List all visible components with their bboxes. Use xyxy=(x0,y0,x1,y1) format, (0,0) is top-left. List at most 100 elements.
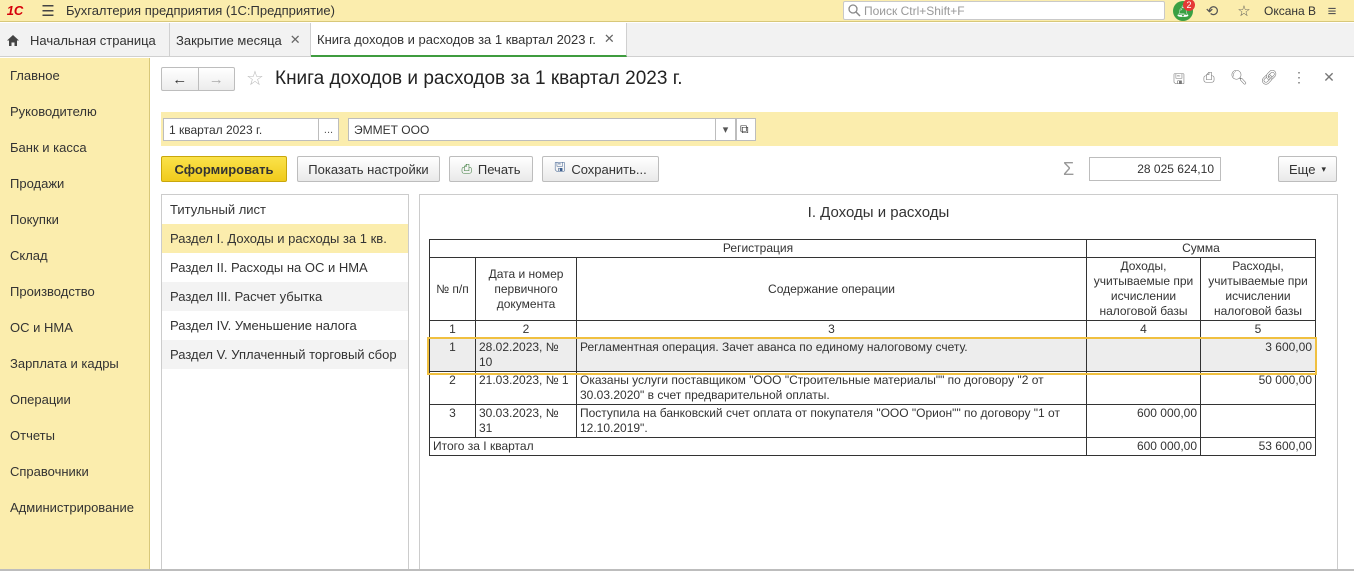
table-row[interactable]: 1 28.02.2023, № 10 Регламентная операция… xyxy=(429,338,1316,372)
close-icon[interactable]: ✕ xyxy=(1314,69,1344,93)
col-number: 2 xyxy=(475,320,577,339)
sidebar-item-sales[interactable]: Продажи xyxy=(0,166,149,202)
income-expense-table: Регистрация Сумма № п/п Дата и номер пер… xyxy=(429,239,1316,456)
period-select-button[interactable]: ... xyxy=(318,119,338,140)
more-vertical-icon[interactable]: ⋮ xyxy=(1284,69,1314,93)
sidebar-item-fixed-assets[interactable]: ОС и НМА xyxy=(0,310,149,346)
sidebar-item-bank[interactable]: Банк и касса xyxy=(0,130,149,166)
save-label: Сохранить... xyxy=(571,161,647,177)
history-icon[interactable]: ⟲ xyxy=(1196,0,1228,22)
total-income[interactable]: 600 000,00 xyxy=(1086,437,1201,456)
printer-icon[interactable]: ⎙ xyxy=(1194,69,1224,93)
tab-home[interactable]: Начальная страница xyxy=(0,23,170,57)
main-menu-icon[interactable]: ☰ xyxy=(30,2,66,20)
cell-expense[interactable]: 50 000,00 xyxy=(1200,371,1316,405)
generate-button[interactable]: Сформировать xyxy=(161,156,287,182)
list-item[interactable]: Раздел III. Расчет убытка xyxy=(162,282,408,311)
cell-expense[interactable] xyxy=(1200,404,1316,438)
list-item[interactable]: Раздел V. Уплаченный торговый сбор xyxy=(162,340,408,369)
col-number: 4 xyxy=(1086,320,1201,339)
cell-expense[interactable]: 3 600,00 xyxy=(1200,338,1316,372)
sidebar-item-operations[interactable]: Операции xyxy=(0,382,149,418)
show-settings-button[interactable]: Показать настройки xyxy=(297,156,440,182)
list-item[interactable]: Раздел II. Расходы на ОС и НМА xyxy=(162,253,408,282)
search-icon xyxy=(848,4,861,17)
header-registration: Регистрация xyxy=(429,239,1087,258)
sidebar-item-salary[interactable]: Зарплата и кадры xyxy=(0,346,149,382)
cell-content[interactable]: Оказаны услуги поставщиком "ООО "Строите… xyxy=(576,371,1087,405)
total-label[interactable]: Итого за I квартал xyxy=(429,437,1087,456)
header-income: Доходы, учитываемые при исчислении налог… xyxy=(1086,257,1201,321)
list-item[interactable]: Раздел IV. Уменьшение налога xyxy=(162,311,408,340)
organization-field[interactable]: ЭММЕТ ООО ▾ xyxy=(348,118,736,141)
col-number: 5 xyxy=(1200,320,1316,339)
notifications-button[interactable]: 🔔︎ 2 xyxy=(1170,0,1196,22)
print-label: Печать xyxy=(477,161,521,177)
tab-label: Книга доходов и расходов за 1 квартал 20… xyxy=(317,31,596,47)
sidebar-item-production[interactable]: Производство xyxy=(0,274,149,310)
sidebar-item-manager[interactable]: Руководителю xyxy=(0,94,149,130)
back-icon[interactable]: ← xyxy=(162,68,198,90)
notifications-badge: 2 xyxy=(1183,0,1195,11)
favorites-icon[interactable]: ☆ xyxy=(1228,0,1260,22)
open-organization-button[interactable]: ⧉ xyxy=(736,118,756,141)
menu-more-icon[interactable]: ≡ xyxy=(1316,0,1348,22)
period-field[interactable]: 1 квартал 2023 г. ... xyxy=(163,118,339,141)
list-item[interactable]: Раздел I. Доходы и расходы за 1 кв. xyxy=(162,224,408,253)
header-content: Содержание операции xyxy=(576,257,1087,321)
cell-num[interactable]: 2 xyxy=(429,371,476,405)
list-item[interactable]: Титульный лист xyxy=(162,195,408,224)
save-disk-icon[interactable]: 🖫 xyxy=(1164,69,1194,93)
printer-icon: ⎙ xyxy=(461,161,472,176)
sidebar-item-main[interactable]: Главное xyxy=(0,58,149,94)
nav-buttons: ← → xyxy=(161,67,235,91)
total-expense[interactable]: 53 600,00 xyxy=(1200,437,1316,456)
table-row[interactable]: 3 30.03.2023, № 31 Поступила на банковск… xyxy=(429,404,1316,438)
table-total-row[interactable]: Итого за I квартал 600 000,00 53 600,00 xyxy=(429,437,1316,456)
cell-date[interactable]: 21.03.2023, № 1 xyxy=(475,371,577,405)
header-expense: Расходы, учитываемые при исчислении нало… xyxy=(1200,257,1316,321)
cell-date[interactable]: 28.02.2023, № 10 xyxy=(475,338,577,372)
cell-num[interactable]: 1 xyxy=(429,338,476,372)
organization-value: ЭММЕТ ООО xyxy=(354,122,430,137)
cell-income[interactable] xyxy=(1086,371,1201,405)
sidebar-item-warehouse[interactable]: Склад xyxy=(0,238,149,274)
global-search-input[interactable]: Поиск Ctrl+Shift+F xyxy=(843,1,1165,20)
cell-income[interactable] xyxy=(1086,338,1201,372)
print-button[interactable]: ⎙ Печать xyxy=(449,156,533,182)
link-icon[interactable]: 🔗︎ xyxy=(1254,69,1284,93)
page-title: Книга доходов и расходов за 1 квартал 20… xyxy=(275,68,683,89)
preview-icon[interactable]: 🔍︎ xyxy=(1224,69,1254,93)
report-sections-list: Титульный лист Раздел I. Доходы и расход… xyxy=(161,194,409,571)
sidebar-item-admin[interactable]: Администрирование xyxy=(0,490,149,526)
table-row[interactable]: 2 21.03.2023, № 1 Оказаны услуги поставщ… xyxy=(429,371,1316,405)
sidebar-item-catalogs[interactable]: Справочники xyxy=(0,454,149,490)
filter-bar: 1 квартал 2023 г. ... ЭММЕТ ООО ▾ ⧉ xyxy=(161,112,1338,146)
title-actions: 🖫 ⎙ 🔍︎ 🔗︎ ⋮ ✕ xyxy=(1164,69,1344,93)
home-icon xyxy=(7,34,19,46)
close-icon[interactable]: ✕ xyxy=(290,32,301,48)
close-icon[interactable]: ✕ xyxy=(604,31,615,47)
cell-date[interactable]: 30.03.2023, № 31 xyxy=(475,404,577,438)
sidebar-item-reports[interactable]: Отчеты xyxy=(0,418,149,454)
user-name[interactable]: Оксана В xyxy=(1264,4,1316,18)
header-num: № п/п xyxy=(429,257,476,321)
cell-income[interactable]: 600 000,00 xyxy=(1086,404,1201,438)
tab-month-close[interactable]: Закрытие месяца ✕ xyxy=(170,23,311,57)
sum-icon: Σ xyxy=(1063,159,1075,179)
tab-label: Закрытие месяца xyxy=(176,32,282,48)
app-top-bar: 1С ☰ Бухгалтерия предприятия (1С:Предпри… xyxy=(0,0,1354,22)
favorite-star-icon[interactable]: ☆ xyxy=(246,66,264,91)
more-button[interactable]: Еще ▾ xyxy=(1278,156,1337,182)
chevron-down-icon: ▾ xyxy=(1321,163,1326,174)
cell-content[interactable]: Поступила на банковский счет оплата от п… xyxy=(576,404,1087,438)
cell-content[interactable]: Регламентная операция. Зачет аванса по е… xyxy=(576,338,1087,372)
app-title: Бухгалтерия предприятия (1С:Предприятие) xyxy=(66,3,335,18)
chevron-down-icon[interactable]: ▾ xyxy=(715,119,735,140)
sidebar-item-purchases[interactable]: Покупки xyxy=(0,202,149,238)
header-date-doc: Дата и номер первичного документа xyxy=(475,257,577,321)
save-button[interactable]: 🖫 Сохранить... xyxy=(542,156,659,182)
tab-income-expense-book[interactable]: Книга доходов и расходов за 1 квартал 20… xyxy=(311,23,627,57)
forward-icon[interactable]: → xyxy=(197,68,235,90)
cell-num[interactable]: 3 xyxy=(429,404,476,438)
